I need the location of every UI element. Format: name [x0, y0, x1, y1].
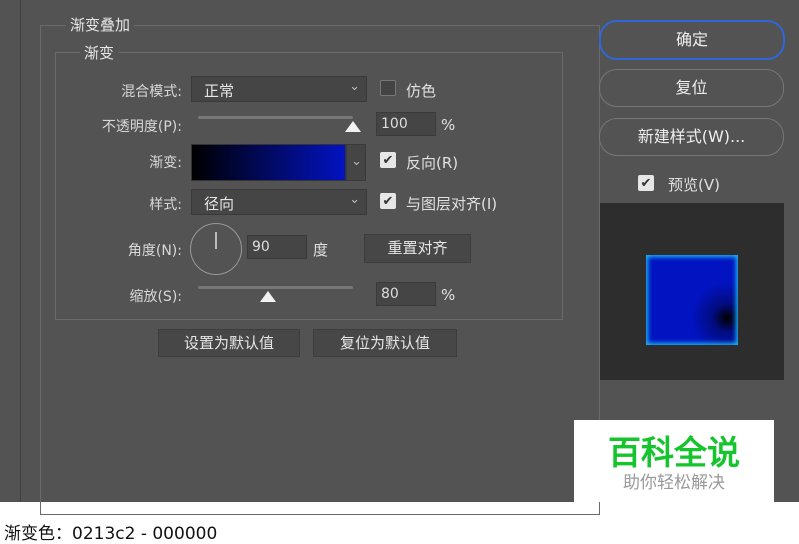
opacity-input[interactable]: 100 — [376, 112, 436, 136]
blend-mode-label: 混合模式: — [121, 84, 182, 100]
ok-button[interactable]: 确定 — [599, 20, 785, 60]
scale-label: 缩放(S): — [129, 289, 182, 305]
dither-checkbox[interactable] — [380, 80, 396, 96]
reset-align-button[interactable]: 重置对齐 — [364, 234, 471, 263]
preview-label: 预览(V) — [668, 176, 720, 194]
reverse-checkbox[interactable]: ✔ — [380, 152, 396, 168]
scale-slider[interactable] — [198, 286, 353, 289]
reset-default-button[interactable]: 复位为默认值 — [313, 329, 457, 357]
new-style-button[interactable]: 新建样式(W)... — [599, 118, 784, 156]
reverse-label: 反向(R) — [406, 154, 459, 172]
preview-checkbox[interactable]: ✔ — [638, 175, 654, 191]
scale-slider-thumb[interactable] — [260, 291, 276, 302]
style-value: 径向 — [204, 195, 235, 213]
angle-unit: 度 — [313, 241, 329, 259]
chevron-down-icon: ⌄ — [349, 79, 360, 94]
reset-button[interactable]: 复位 — [599, 69, 784, 107]
preview-pane — [600, 203, 784, 380]
opacity-slider-thumb[interactable] — [345, 121, 361, 132]
group-title: 渐变 — [80, 42, 119, 63]
gradient-dropdown[interactable]: ⌄ — [346, 144, 366, 181]
opacity-unit: % — [441, 116, 456, 134]
watermark: 百科全说 助你轻松解决 — [574, 420, 774, 502]
blend-mode-value: 正常 — [204, 82, 235, 100]
preview-swatch — [646, 255, 738, 345]
watermark-title: 百科全说 — [608, 433, 740, 472]
style-label: 样式: — [149, 197, 182, 213]
gradient-label: 渐变: — [149, 155, 182, 171]
align-label: 与图层对齐(I) — [406, 195, 498, 213]
opacity-label: 不透明度(P): — [101, 119, 182, 135]
left-divider — [20, 0, 21, 502]
caption: 渐变色：0213c2 - 000000 — [4, 524, 218, 544]
set-default-button[interactable]: 设置为默认值 — [158, 329, 300, 357]
chevron-down-icon: ⌄ — [349, 192, 360, 207]
align-checkbox[interactable]: ✔ — [380, 193, 396, 209]
angle-dial-needle — [215, 232, 217, 249]
scale-unit: % — [441, 286, 456, 304]
scale-input[interactable]: 80 — [376, 282, 436, 306]
dither-label: 仿色 — [406, 82, 437, 100]
chevron-down-icon: ⌄ — [351, 154, 362, 169]
blend-mode-select[interactable]: 正常 ⌄ — [191, 76, 367, 102]
section-title: 渐变叠加 — [66, 14, 135, 35]
gradient-swatch[interactable] — [191, 144, 346, 181]
angle-label: 角度(N): — [127, 243, 182, 259]
style-select[interactable]: 径向 ⌄ — [191, 189, 367, 215]
opacity-slider[interactable] — [198, 116, 353, 119]
angle-dial[interactable] — [190, 223, 242, 275]
angle-input[interactable]: 90 — [247, 235, 307, 259]
watermark-subtitle: 助你轻松解决 — [623, 473, 725, 493]
